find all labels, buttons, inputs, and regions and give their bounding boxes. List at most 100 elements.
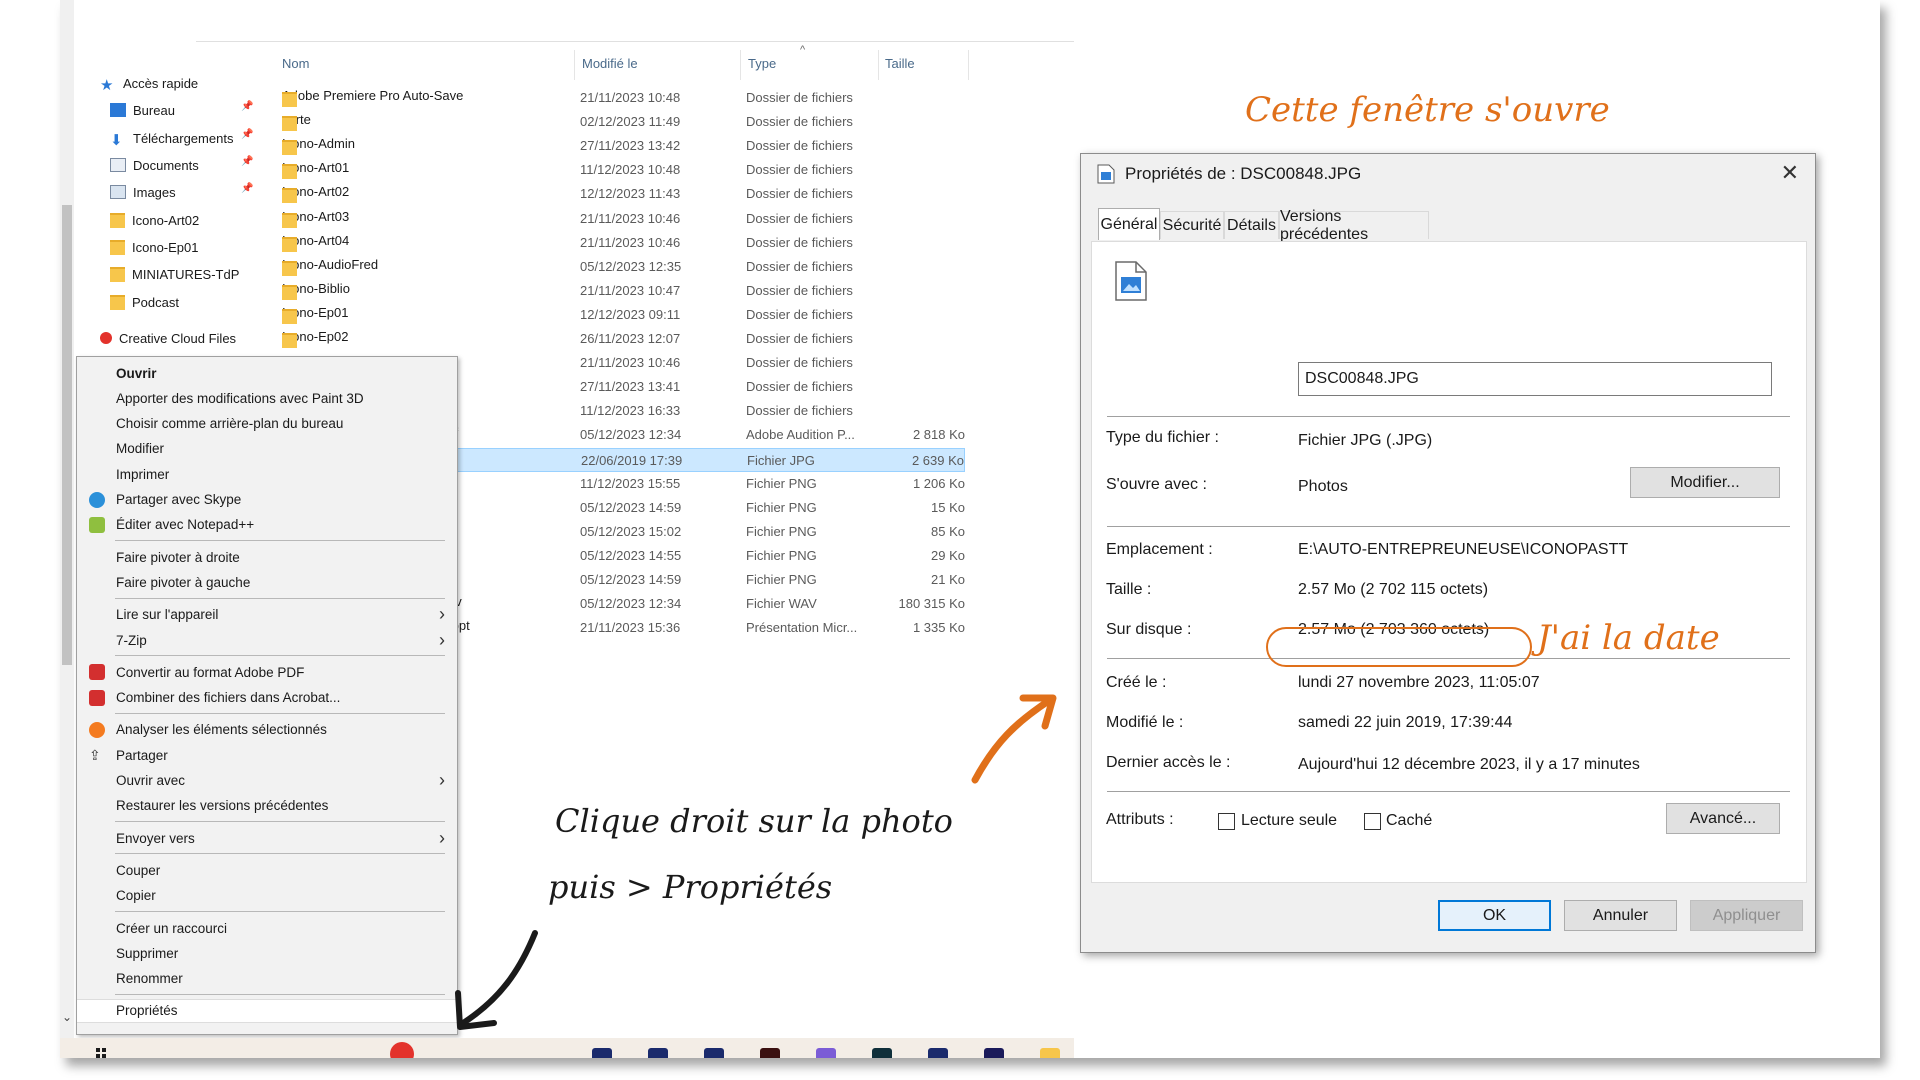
menu-item-envoyer-vers[interactable]: Envoyer vers › [77, 826, 457, 850]
scrollbar-thumb[interactable] [62, 205, 72, 665]
menu-item-lire-sur-l-appareil[interactable]: Lire sur l'appareil › [77, 603, 457, 627]
sidebar-item-icono-ep01[interactable]: Icono-Ep01 [110, 236, 199, 258]
table-row[interactable]: carte 02/12/2023 11:49 Dossier de fichiers [280, 110, 965, 134]
tab-previous-versions[interactable]: Versions précédentes [1279, 208, 1429, 243]
menu-item-convertir-au-format-adobe-pdf[interactable]: Convertir au format Adobe PDF [77, 660, 457, 684]
table-row[interactable]: Icono-Art02 12/12/2023 11:43 Dossier de fi… [280, 182, 965, 206]
column-separator[interactable] [740, 50, 741, 80]
pin-icon: 📌 [241, 183, 254, 194]
column-separator[interactable] [574, 50, 575, 80]
sidebar-item-icono-art02[interactable]: Icono-Art02 [110, 209, 199, 231]
menu-item-proprietes[interactable]: Propriétés [77, 998, 457, 1023]
apply-button[interactable]: Appliquer [1690, 900, 1803, 931]
star-icon: ★ [100, 77, 114, 94]
file-type: Fichier PNG [746, 499, 817, 515]
file-type: Fichier PNG [746, 523, 817, 539]
folder-icon [282, 188, 297, 204]
tab-details[interactable]: Détails [1224, 211, 1279, 239]
menu-item-analyser-les-elements-selectionnes[interactable]: Analyser les éléments sélectionnés [77, 718, 457, 742]
tab-general[interactable]: Général [1098, 208, 1160, 240]
scroll-down-icon[interactable]: ⌄ [60, 1010, 74, 1024]
menu-item-modifier[interactable]: Modifier [77, 437, 457, 461]
file-date: 05/12/2023 12:34 [580, 427, 682, 443]
sidebar-item-t-l-chargements[interactable]: ⬇ Téléchargements [110, 127, 233, 150]
taskbar-app-icon[interactable] [816, 1048, 836, 1058]
sidebar-item-creative-cloud-files[interactable]: Creative Cloud Files [100, 327, 236, 349]
menu-item-label: Couper [116, 862, 161, 878]
menu-item-label: Restaurer les versions précédentes [116, 798, 329, 814]
menu-item-supprimer[interactable]: Supprimer [77, 941, 457, 965]
file-type-label: Type du fichier : [1106, 429, 1219, 446]
table-row[interactable]: Adobe Premiere Pro Auto-Save 21/11/2023 1… [280, 86, 965, 110]
file-type: Fichier WAV [746, 596, 817, 612]
sidebar-item-podcast[interactable]: Podcast [110, 291, 179, 313]
menu-item-renommer[interactable]: Renommer [77, 967, 457, 991]
column-type[interactable]: Type [748, 56, 776, 71]
table-row[interactable]: Icono-AudioFred 05/12/2023 12:35 Dossier d… [280, 255, 965, 279]
opens-with-value: Photos [1298, 478, 1348, 495]
folder-icon [282, 164, 297, 180]
change-app-button[interactable]: Modifier... [1630, 467, 1780, 498]
close-button[interactable]: ✕ [1781, 160, 1799, 186]
table-row[interactable]: Icono-Ep02 26/11/2023 12:07 Dossier de fic… [280, 327, 965, 351]
column-modified[interactable]: Modifié le [582, 56, 638, 71]
sidebar-item-documents[interactable]: Documents [110, 154, 199, 176]
menu-item-faire-pivoter-a-gauche[interactable]: Faire pivoter à gauche [77, 570, 457, 594]
menu-item-partager-avec-skype[interactable]: Partager avec Skype [77, 488, 457, 512]
menu-item-7-zip[interactable]: 7-Zip › [77, 628, 457, 652]
table-row[interactable]: Icono-Admin 27/11/2023 13:42 Dossier de fi… [280, 134, 965, 158]
column-name[interactable]: Nom [282, 56, 309, 71]
table-row[interactable]: Icono-Art01 11/12/2023 10:48 Dossier de fi… [280, 158, 965, 182]
column-size[interactable]: Taille [885, 56, 915, 71]
menu-item-couper[interactable]: Couper [77, 858, 457, 882]
table-row[interactable]: Icono-Art03 21/11/2023 10:46 Dossier de fi… [280, 207, 965, 231]
file-name: Icono-AudioFred [282, 257, 378, 276]
file-name: carte [282, 112, 311, 132]
taskbar-app-icon[interactable] [592, 1048, 612, 1058]
tab-security[interactable]: Sécurité [1160, 211, 1224, 239]
hidden-checkbox[interactable] [1364, 813, 1381, 830]
sidebar-item-label: Images [133, 184, 176, 200]
taskbar-app-icon[interactable] [760, 1048, 780, 1058]
taskbar-app-icon[interactable] [928, 1048, 948, 1058]
folder-icon [282, 333, 297, 348]
filename-field[interactable] [1298, 362, 1772, 396]
table-row[interactable]: Icono-Biblio 21/11/2023 10:47 Dossier de f… [280, 279, 965, 303]
menu-item-creer-un-raccourci[interactable]: Créer un raccourci [77, 916, 457, 940]
menu-item-editer-avec-notepad[interactable]: Éditer avec Notepad++ [77, 513, 457, 537]
readonly-checkbox[interactable] [1218, 813, 1235, 830]
ok-button[interactable]: OK [1438, 900, 1551, 931]
file-type: Présentation Micr... [746, 620, 858, 636]
column-separator[interactable] [878, 50, 879, 80]
taskbar-app-icon[interactable] [648, 1048, 668, 1058]
taskbar-app-icon[interactable] [984, 1048, 1004, 1058]
menu-item-choisir-comme-arriere-plan-du-bureau[interactable]: Choisir comme arrière-plan du bureau [77, 412, 457, 436]
sidebar-item-miniatures-tdp[interactable]: MINIATURES-TdP [110, 263, 239, 285]
hidden-label: Caché [1386, 812, 1433, 829]
taskbar-app-icon[interactable] [390, 1042, 414, 1058]
taskbar-app-icon[interactable] [872, 1048, 892, 1058]
windows-start-icon[interactable] [96, 1048, 106, 1058]
taskbar-folder-icon[interactable] [1040, 1048, 1060, 1058]
menu-item-apporter-des-modifications-avec-paint-3d[interactable]: Apporter des modifications avec Paint 3D [77, 386, 457, 410]
sidebar-item-images[interactable]: Images [110, 181, 176, 203]
menu-item-imprimer[interactable]: Imprimer [77, 462, 457, 486]
advanced-button[interactable]: Avancé... [1666, 803, 1780, 834]
table-row[interactable]: Icono-Ep01 12/12/2023 09:11 Dossier de fic… [280, 303, 965, 327]
menu-item-combiner-des-fichiers-dans-acrobat[interactable]: Combiner des fichiers dans Acrobat... [77, 686, 457, 710]
cancel-button[interactable]: Annuler [1564, 900, 1677, 931]
menu-item-copier[interactable]: Copier [77, 884, 457, 908]
table-row[interactable]: Icono-Art04 21/11/2023 10:46 Dossier de fi… [280, 231, 965, 255]
menu-item-restaurer-les-versions-precedentes[interactable]: Restaurer les versions précédentes [77, 794, 457, 818]
size-value: 2.57 Mo (2 702 115 octets) [1298, 581, 1489, 598]
sidebar-item-acc-s-rapide[interactable]: ★ Accès rapide [100, 72, 198, 95]
menu-item-faire-pivoter-a-droite[interactable]: Faire pivoter à droite [77, 545, 457, 569]
sidebar-item-bureau[interactable]: Bureau [110, 99, 175, 121]
column-separator[interactable] [968, 50, 969, 80]
menu-item-ouvrir-avec[interactable]: Ouvrir avec › [77, 769, 457, 793]
file-type-value: Fichier JPG (.JPG) [1298, 432, 1433, 449]
menu-item-partager[interactable]: ⇪ Partager [77, 743, 457, 767]
menu-item-ouvrir[interactable]: Ouvrir [77, 361, 457, 385]
taskbar-app-icon[interactable] [704, 1048, 724, 1058]
file-type: Dossier de fichiers [746, 186, 853, 202]
